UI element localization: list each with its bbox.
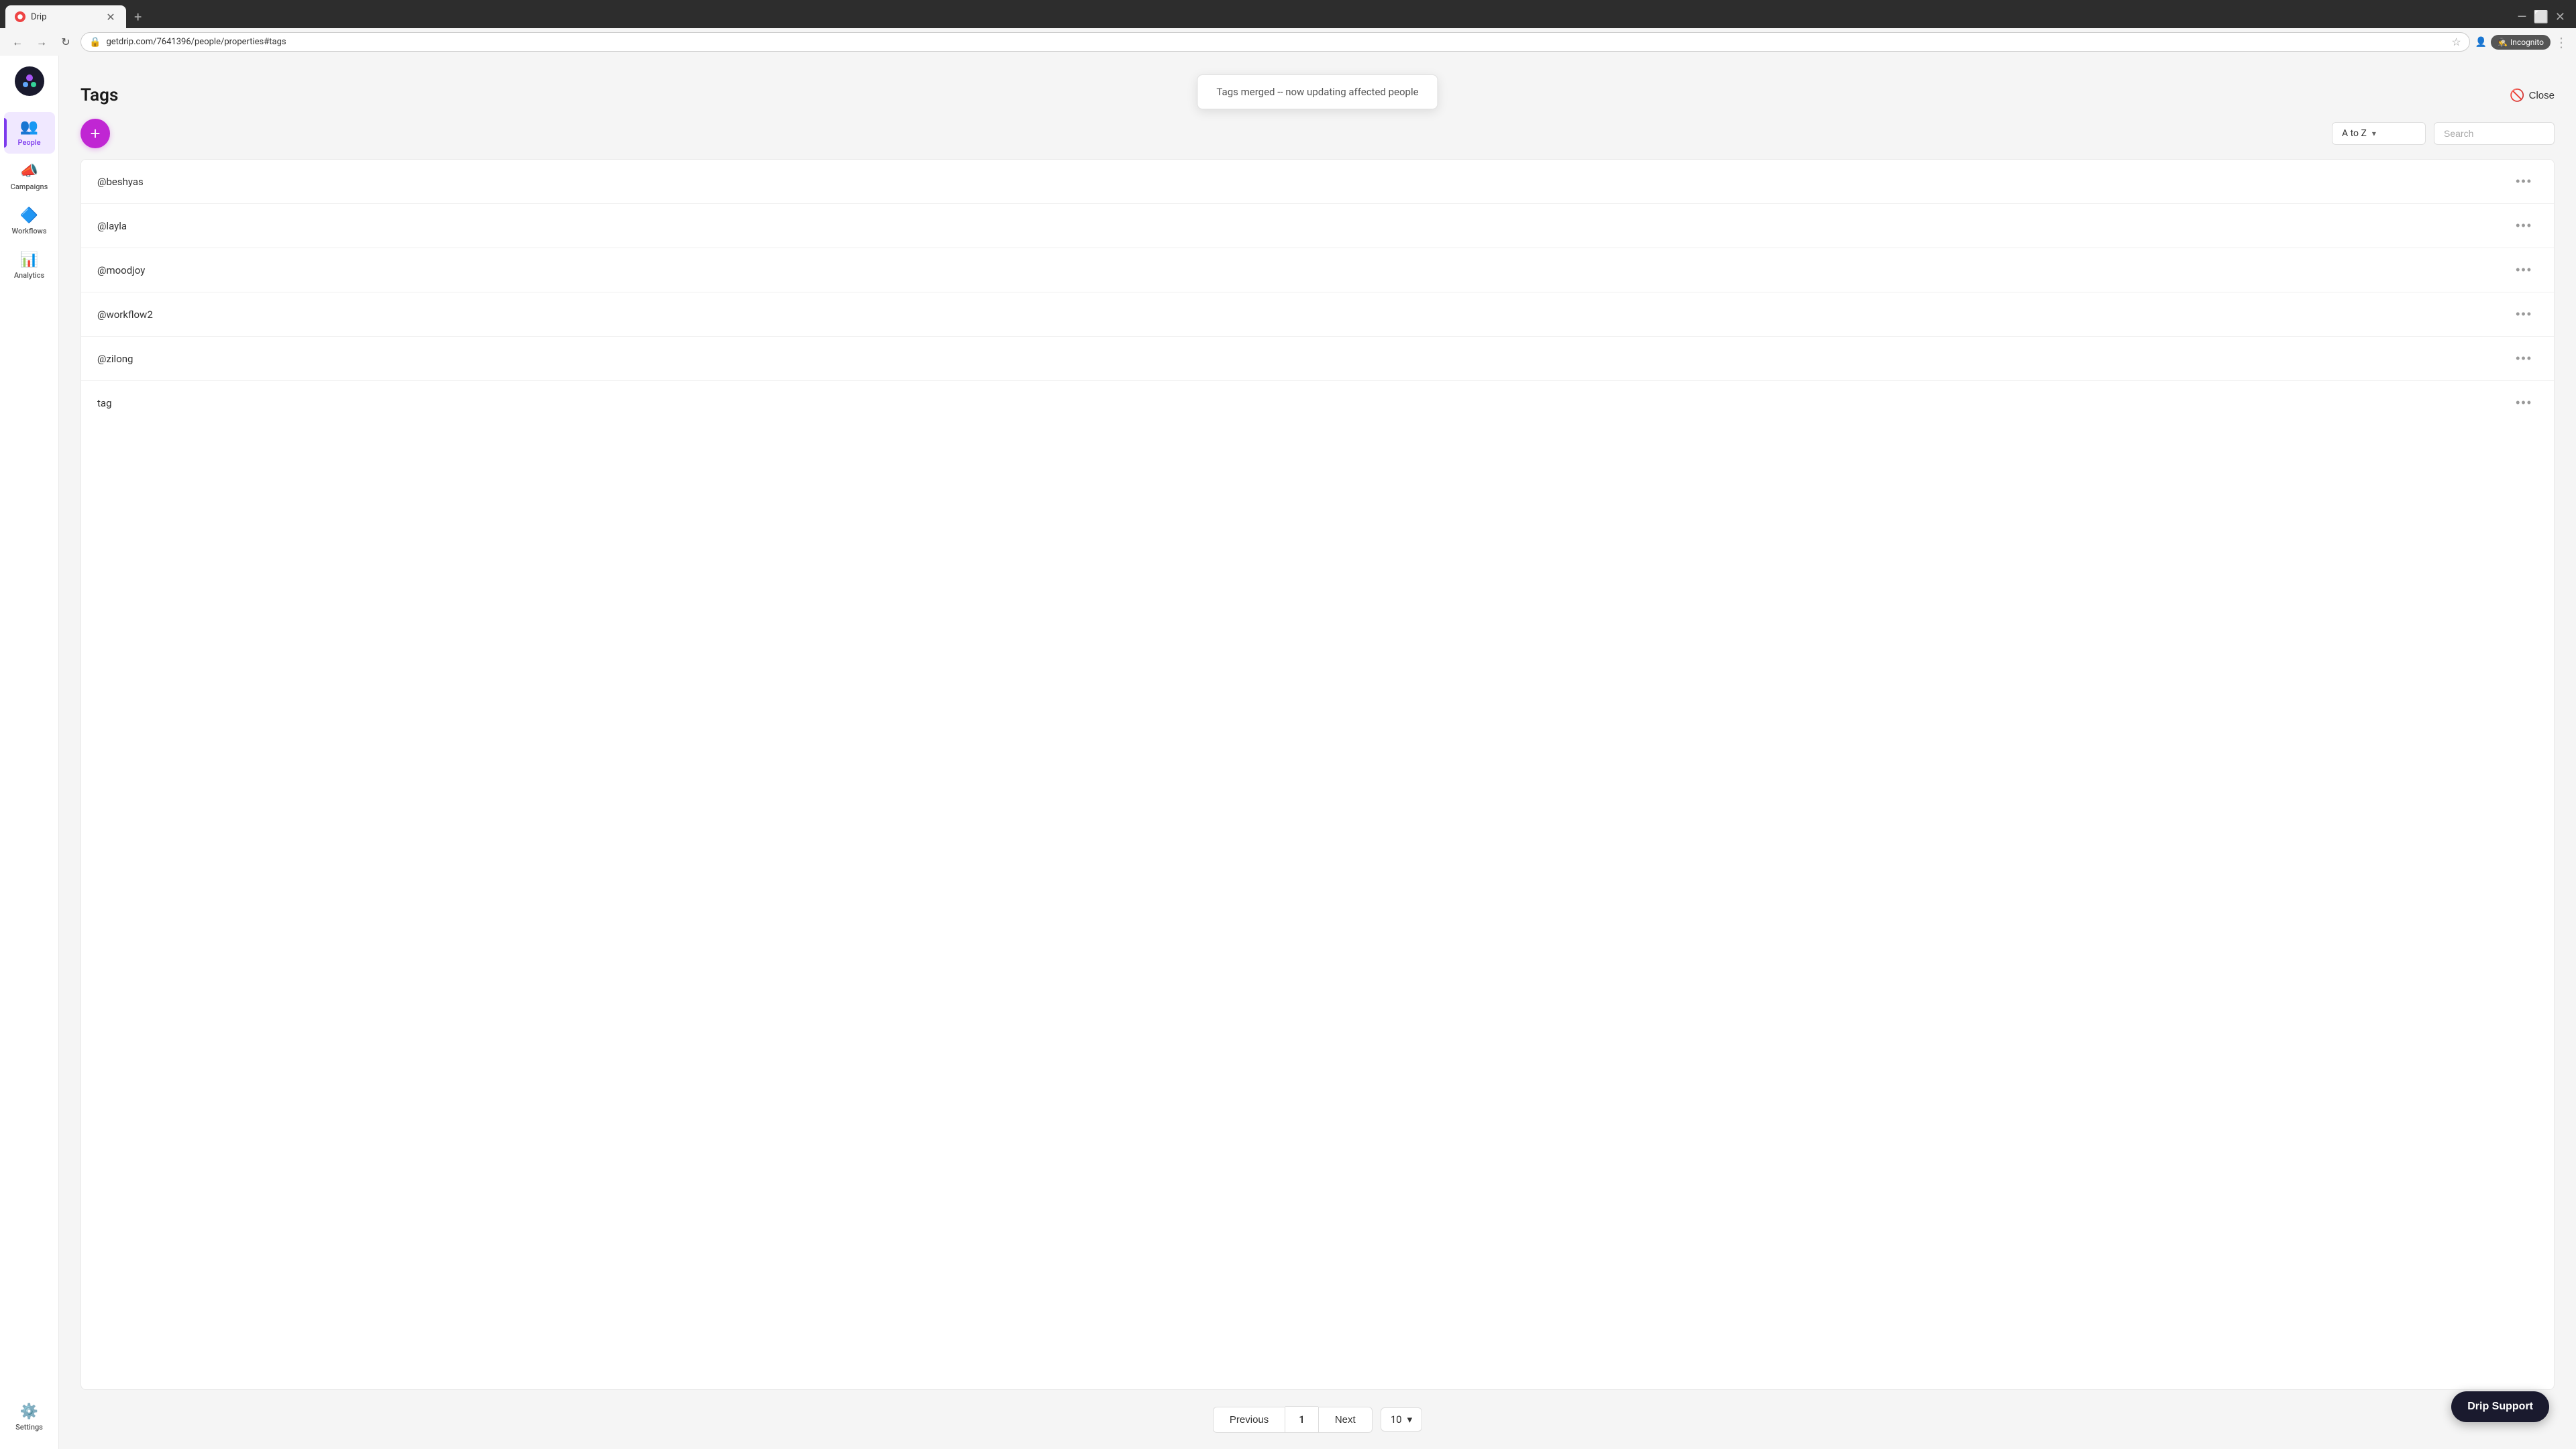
sort-label: A to Z bbox=[2342, 128, 2367, 139]
next-button[interactable]: Next bbox=[1318, 1407, 1373, 1433]
search-input[interactable] bbox=[2444, 128, 2538, 139]
tag-name: @moodjoy bbox=[97, 264, 145, 276]
forward-button[interactable]: → bbox=[32, 33, 51, 52]
main-content: Tags merged -- now updating affected peo… bbox=[59, 56, 2576, 1449]
browser-chrome: Drip ✕ + — ⬜ ✕ ← → ↻ 🔒 getdrip.com/76413… bbox=[0, 0, 2576, 56]
browser-menu-button[interactable]: ⋮ bbox=[2555, 34, 2568, 50]
pagination: Previous 1 Next 10 ▾ bbox=[80, 1406, 2555, 1433]
address-bar: ← → ↻ 🔒 getdrip.com/7641396/people/prope… bbox=[0, 28, 2576, 56]
close-window-button[interactable]: ✕ bbox=[2555, 10, 2565, 24]
incognito-button[interactable]: 🕵️ Incognito bbox=[2491, 35, 2551, 50]
active-indicator bbox=[4, 118, 7, 148]
sidebar-item-people[interactable]: 👥 People bbox=[4, 112, 55, 154]
tag-menu-button[interactable]: ••• bbox=[2510, 349, 2538, 368]
tag-menu-button[interactable]: ••• bbox=[2510, 260, 2538, 280]
new-tab-button[interactable]: + bbox=[129, 6, 147, 28]
search-box bbox=[2434, 122, 2555, 145]
table-row: tag ••• bbox=[81, 381, 2554, 425]
workflows-icon: 🔷 bbox=[20, 207, 38, 224]
sort-dropdown[interactable]: A to Z ▾ bbox=[2332, 122, 2426, 145]
toast-message: Tags merged -- now updating affected peo… bbox=[1216, 86, 1418, 98]
sidebar-people-wrapper: 👥 People bbox=[4, 112, 55, 154]
settings-icon: ⚙️ bbox=[20, 1403, 38, 1420]
chevron-down-icon: ▾ bbox=[2372, 129, 2376, 138]
profile-icon[interactable]: 👤 bbox=[2475, 37, 2487, 48]
tab-close-button[interactable]: ✕ bbox=[105, 11, 117, 23]
add-tag-button[interactable]: + bbox=[80, 119, 110, 148]
url-text: getdrip.com/7641396/people/properties#ta… bbox=[106, 37, 2446, 47]
back-button[interactable]: ← bbox=[8, 33, 27, 52]
toolbar-right: A to Z ▾ bbox=[2332, 122, 2555, 145]
tab-favicon bbox=[15, 11, 25, 22]
sidebar-item-analytics[interactable]: 📊 Analytics bbox=[4, 245, 55, 286]
incognito-label: Incognito bbox=[2510, 38, 2544, 47]
sidebar-workflows-label: Workflows bbox=[12, 227, 47, 235]
sidebar-campaigns-label: Campaigns bbox=[11, 182, 48, 191]
tag-menu-button[interactable]: ••• bbox=[2510, 393, 2538, 413]
table-row: @layla ••• bbox=[81, 204, 2554, 248]
app-logo[interactable] bbox=[15, 66, 44, 96]
url-actions: 👤 🕵️ Incognito ⋮ bbox=[2475, 34, 2568, 50]
people-icon: 👥 bbox=[20, 119, 38, 136]
campaigns-icon: 📣 bbox=[20, 163, 38, 180]
table-row: @moodjoy ••• bbox=[81, 248, 2554, 292]
refresh-button[interactable]: ↻ bbox=[56, 33, 75, 52]
tag-menu-button[interactable]: ••• bbox=[2510, 216, 2538, 235]
sidebar-analytics-label: Analytics bbox=[14, 271, 44, 280]
minimize-button[interactable]: — bbox=[2517, 10, 2526, 24]
incognito-icon: 🕵️ bbox=[2498, 38, 2508, 47]
page-title: Tags bbox=[80, 85, 118, 105]
drip-support-button[interactable]: Drip Support bbox=[2451, 1391, 2549, 1422]
tag-menu-button[interactable]: ••• bbox=[2510, 172, 2538, 191]
sidebar-item-settings[interactable]: ⚙️ Settings bbox=[4, 1397, 55, 1438]
active-tab[interactable]: Drip ✕ bbox=[5, 5, 126, 28]
table-row: @workflow2 ••• bbox=[81, 292, 2554, 337]
maximize-button[interactable]: ⬜ bbox=[2533, 10, 2548, 24]
toast-notification: Tags merged -- now updating affected peo… bbox=[1197, 74, 1438, 109]
toolbar: + A to Z ▾ bbox=[80, 119, 2555, 148]
url-bar[interactable]: 🔒 getdrip.com/7641396/people/properties#… bbox=[80, 32, 2470, 52]
tag-name: @workflow2 bbox=[97, 309, 153, 321]
app-container: 👥 People 📣 Campaigns 🔷 Workflows 📊 Analy… bbox=[0, 56, 2576, 1449]
per-page-value: 10 bbox=[1391, 1413, 1402, 1426]
tag-name: @zilong bbox=[97, 353, 133, 365]
table-row: @beshyas ••• bbox=[81, 160, 2554, 204]
sidebar: 👥 People 📣 Campaigns 🔷 Workflows 📊 Analy… bbox=[0, 56, 59, 1449]
close-button[interactable]: 🚫 Close bbox=[2510, 89, 2555, 103]
tab-bar: Drip ✕ + — ⬜ ✕ bbox=[0, 0, 2576, 28]
sidebar-item-campaigns[interactable]: 📣 Campaigns bbox=[4, 156, 55, 198]
tag-menu-button[interactable]: ••• bbox=[2510, 305, 2538, 324]
lock-icon: 🔒 bbox=[89, 37, 101, 48]
bookmark-icon[interactable]: ☆ bbox=[2451, 36, 2461, 48]
sidebar-settings-label: Settings bbox=[15, 1423, 43, 1432]
tag-name: @beshyas bbox=[97, 176, 144, 188]
analytics-icon: 📊 bbox=[20, 252, 38, 268]
tag-name: tag bbox=[97, 397, 112, 409]
previous-button[interactable]: Previous bbox=[1213, 1407, 1285, 1433]
current-page: 1 bbox=[1285, 1406, 1318, 1433]
per-page-dropdown[interactable]: 10 ▾ bbox=[1381, 1407, 1422, 1432]
tags-list: @beshyas ••• @layla ••• @moodjoy ••• @wo… bbox=[80, 159, 2555, 1390]
close-icon: 🚫 bbox=[2510, 89, 2524, 103]
sidebar-item-workflows[interactable]: 🔷 Workflows bbox=[4, 201, 55, 242]
table-row: @zilong ••• bbox=[81, 337, 2554, 381]
tag-name: @layla bbox=[97, 220, 127, 232]
close-label: Close bbox=[2529, 90, 2555, 101]
sidebar-people-label: People bbox=[18, 138, 41, 147]
chevron-down-icon: ▾ bbox=[1407, 1413, 1413, 1426]
window-controls: — ⬜ ✕ bbox=[2517, 10, 2571, 24]
tab-title: Drip bbox=[31, 12, 46, 22]
